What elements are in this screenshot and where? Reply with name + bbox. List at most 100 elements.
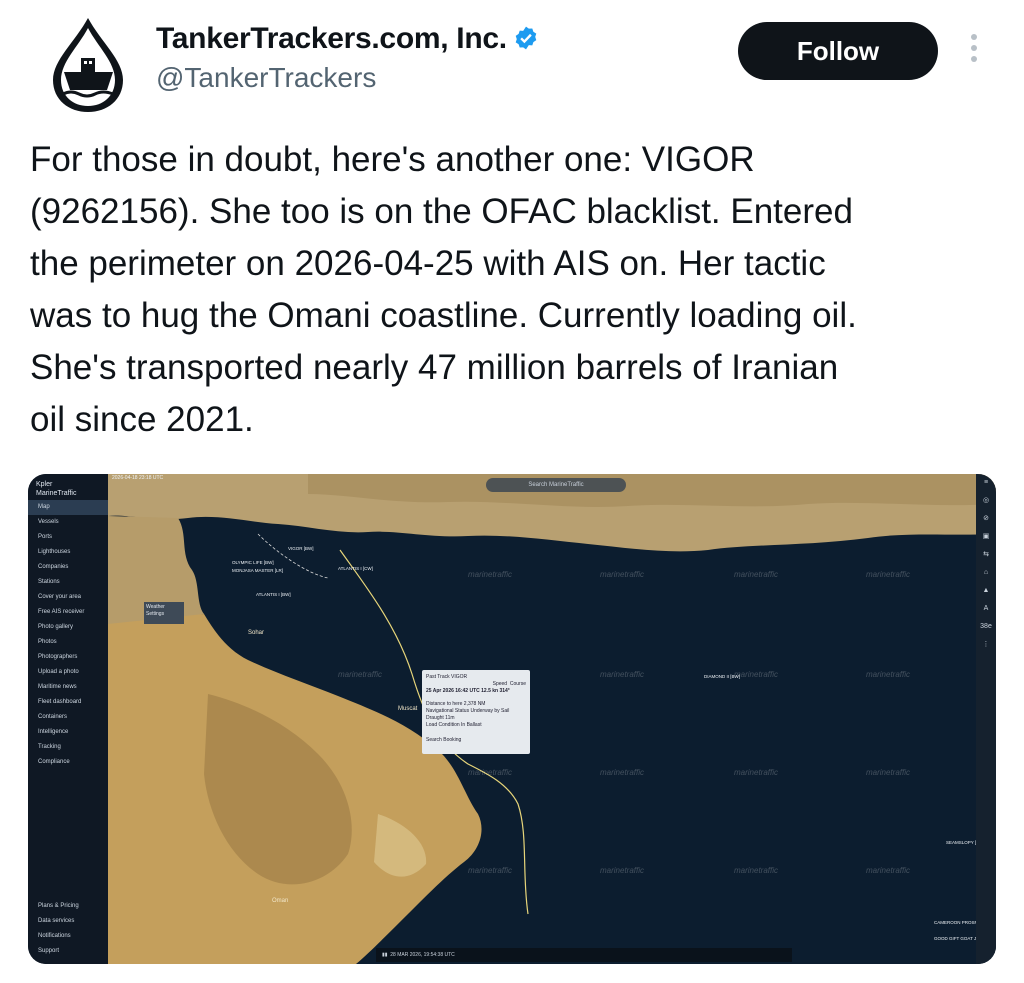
popup-header: Speed Course bbox=[426, 681, 526, 688]
mt-nav-item[interactable]: Map bbox=[28, 500, 108, 515]
tweet-line: the perimeter on 2026-04-25 with AIS on.… bbox=[30, 244, 826, 283]
mt-sidebar-bottom: Plans & Pricing Data services Notificati… bbox=[28, 899, 108, 959]
watermark: marinetraffic bbox=[866, 570, 911, 579]
mt-nav-item[interactable]: Stations bbox=[28, 575, 108, 590]
mt-nav-item[interactable]: Upload a photo bbox=[28, 665, 108, 680]
mt-nav-item[interactable]: Intelligence bbox=[28, 725, 108, 740]
popup-status: Navigational Status Underway by Sail bbox=[426, 708, 510, 714]
watermark: marinetraffic bbox=[734, 570, 779, 579]
weather-settings-label: Weather Settings bbox=[146, 604, 165, 617]
map-graphic bbox=[108, 474, 996, 964]
avatar[interactable] bbox=[37, 14, 139, 116]
mt-nav-item[interactable]: Notifications bbox=[28, 929, 108, 944]
popup-distance: Distance to here 2,378 NM bbox=[426, 701, 486, 707]
watermark: marinetraffic bbox=[734, 670, 779, 679]
mt-nav-item[interactable]: Compliance bbox=[28, 755, 108, 770]
watermark: marinetraffic bbox=[468, 866, 513, 875]
oil-drop-tanker-icon bbox=[53, 18, 123, 112]
map-control[interactable]: ⋮ bbox=[976, 636, 996, 654]
mt-nav-item[interactable]: Lighthouses bbox=[28, 545, 108, 560]
popup-title: Past Track VIGOR bbox=[426, 674, 468, 680]
vessel-popup[interactable]: Past Track VIGOR Speed Course 25 Apr 202… bbox=[422, 670, 530, 754]
watermark: marinetraffic bbox=[734, 768, 779, 777]
tweet-line: (9262156). She too is on the OFAC blackl… bbox=[30, 192, 853, 231]
map-control[interactable]: ⊘ bbox=[976, 510, 996, 528]
vessel-label[interactable]: VIGOR [BW] bbox=[288, 546, 314, 551]
tweet-line: oil since 2021. bbox=[30, 400, 254, 439]
place-label: Sohar bbox=[248, 630, 265, 636]
player-time: 28 MAR 2026, 19:54:38 UTC bbox=[390, 952, 455, 958]
map-control[interactable]: ▲ bbox=[976, 582, 996, 600]
more-vertical-icon[interactable] bbox=[962, 34, 986, 70]
mt-brand-name: Kpler bbox=[36, 481, 53, 488]
map-control[interactable]: ▣ bbox=[976, 528, 996, 546]
popup-load: Load Condition In Ballast bbox=[426, 722, 482, 728]
media-image[interactable]: Kpler MarineTraffic Map Vessels Ports Li… bbox=[28, 474, 996, 964]
mt-nav-item[interactable]: Photos bbox=[28, 635, 108, 650]
watermark: marinetraffic bbox=[600, 570, 645, 579]
mt-nav-item[interactable]: Photo gallery bbox=[28, 620, 108, 635]
mt-nav: Map Vessels Ports Lighthouses Companies … bbox=[28, 500, 108, 770]
popup-row: 25 Apr 2026 16:42 UTC 12.5 kn 314° bbox=[426, 688, 510, 694]
mt-nav-item[interactable]: Cover your area bbox=[28, 590, 108, 605]
vessel-label[interactable]: MONJASA MASTER [LR] bbox=[232, 568, 283, 573]
popup-draught: Draught 11m bbox=[426, 715, 455, 721]
tweet-header: TankerTrackers.com, Inc. @TankerTrackers… bbox=[0, 0, 1024, 120]
follow-button[interactable]: Follow bbox=[738, 22, 938, 80]
map-controls: ≡ ◎ ⊘ ▣ ⇆ ⌂ ▲ A 38e ⋮ bbox=[976, 474, 996, 964]
watermark: marinetraffic bbox=[600, 866, 645, 875]
mt-brand-sub: MarineTraffic bbox=[36, 490, 77, 497]
track-player[interactable]: ▮▮ 28 MAR 2026, 19:54:38 UTC bbox=[376, 948, 792, 962]
mt-nav-item[interactable]: Vessels bbox=[28, 515, 108, 530]
map-control[interactable]: ≡ bbox=[976, 474, 996, 492]
mt-nav-item[interactable]: Support bbox=[28, 944, 108, 959]
popup-col-course: Course bbox=[509, 681, 526, 687]
map-control[interactable]: ⇆ bbox=[976, 546, 996, 564]
map-control[interactable]: 38e bbox=[976, 618, 996, 636]
mt-nav-item[interactable]: Containers bbox=[28, 710, 108, 725]
watermark: marinetraffic bbox=[600, 768, 645, 777]
place-label: Oman bbox=[272, 898, 289, 904]
mt-nav-item[interactable]: Data services bbox=[28, 914, 108, 929]
display-name-text[interactable]: TankerTrackers.com, Inc. bbox=[156, 22, 507, 55]
map-control[interactable]: ⌂ bbox=[976, 564, 996, 582]
mt-nav-item[interactable]: Maritime news bbox=[28, 680, 108, 695]
mt-nav-item[interactable]: Plans & Pricing bbox=[28, 899, 108, 914]
vessel-label[interactable]: OLYMPIC LIFE [BW] bbox=[232, 560, 274, 565]
tweet-text: For those in doubt, here's another one: … bbox=[30, 134, 990, 446]
handle[interactable]: @TankerTrackers bbox=[156, 62, 376, 94]
watermark: marinetraffic bbox=[734, 866, 779, 875]
mt-nav-item[interactable]: Companies bbox=[28, 560, 108, 575]
map-search-input[interactable]: Search MarineTraffic bbox=[486, 478, 626, 492]
mt-nav-item[interactable]: Ports bbox=[28, 530, 108, 545]
mt-sidebar: Kpler MarineTraffic Map Vessels Ports Li… bbox=[28, 474, 108, 964]
watermark: marinetraffic bbox=[468, 570, 513, 579]
map-timestamp: 2026-04-18 23:18 UTC bbox=[112, 475, 164, 481]
mt-nav-item[interactable]: Tracking bbox=[28, 740, 108, 755]
watermark: marinetraffic bbox=[338, 670, 383, 679]
mt-nav-item[interactable]: Free AIS receiver bbox=[28, 605, 108, 620]
popup-footer[interactable]: Search Booking bbox=[426, 737, 526, 744]
tweet-line: She's transported nearly 47 million barr… bbox=[30, 348, 839, 387]
mt-nav-item[interactable]: Fleet dashboard bbox=[28, 695, 108, 710]
map-control[interactable]: ◎ bbox=[976, 492, 996, 510]
vessel-label[interactable]: ATLANTIS I [CW] bbox=[338, 566, 373, 571]
verified-badge-icon bbox=[515, 26, 537, 50]
mt-nav-item[interactable]: Photographers bbox=[28, 650, 108, 665]
tweet-line: For those in doubt, here's another one: … bbox=[30, 140, 755, 179]
map-control[interactable]: A bbox=[976, 600, 996, 618]
watermark: marinetraffic bbox=[600, 670, 645, 679]
weather-settings-button[interactable]: Weather Settings bbox=[144, 602, 184, 624]
watermark: marinetraffic bbox=[468, 768, 513, 777]
watermark: marinetraffic bbox=[866, 866, 911, 875]
popup-col-speed: Speed bbox=[492, 681, 508, 687]
watermark: marinetraffic bbox=[866, 768, 911, 777]
watermark: marinetraffic bbox=[866, 670, 911, 679]
display-name[interactable]: TankerTrackers.com, Inc. bbox=[156, 22, 539, 56]
vessel-label[interactable]: ATLANTIS I [BW] bbox=[256, 592, 291, 597]
tweet-line: was to hug the Omani coastline. Currentl… bbox=[30, 296, 857, 335]
mt-brand: Kpler MarineTraffic bbox=[36, 480, 76, 498]
place-label: Muscat bbox=[398, 706, 418, 712]
vessel-label[interactable]: DIAMOND II [BW] bbox=[704, 674, 740, 679]
mt-map[interactable]: Search MarineTraffic 2026-04-18 23:18 UT… bbox=[108, 474, 996, 964]
